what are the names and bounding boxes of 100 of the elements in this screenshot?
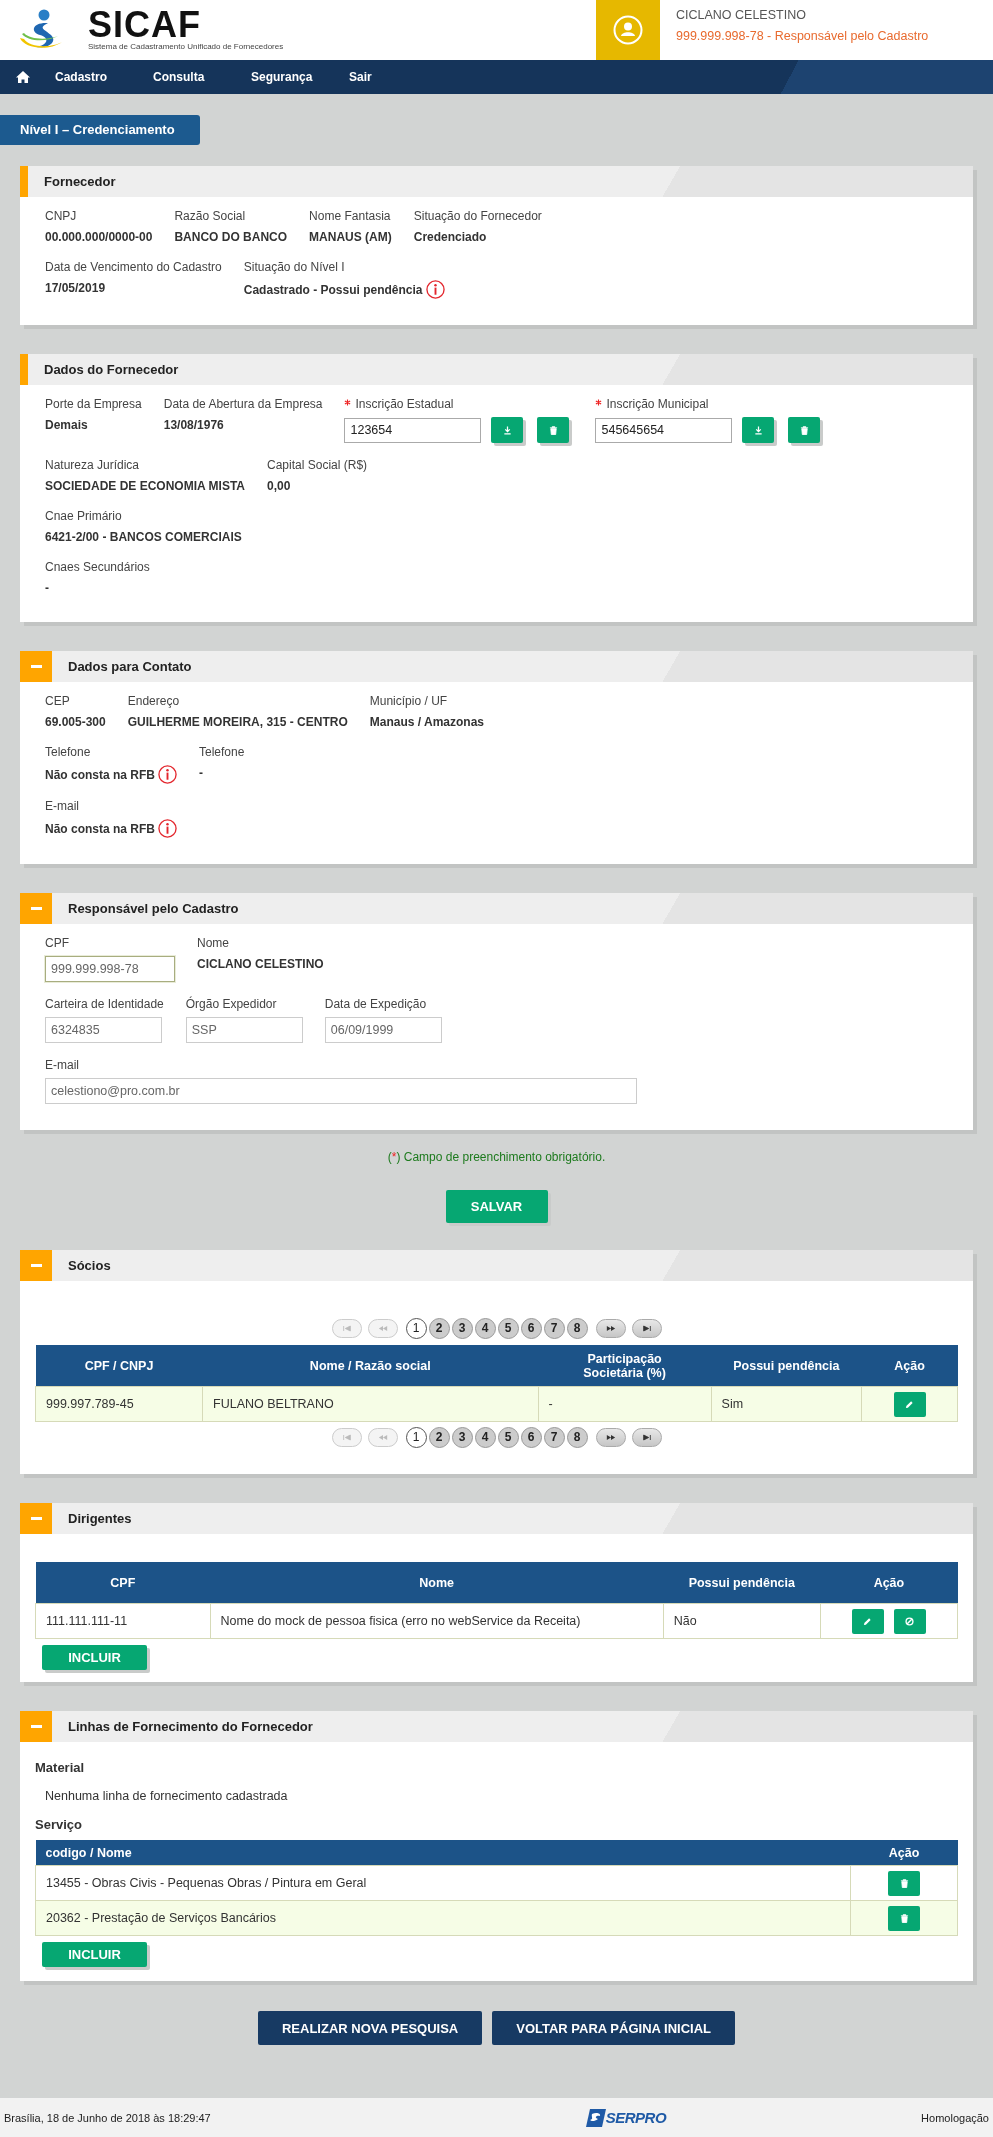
table-cell: Sim (711, 1386, 862, 1422)
page-number-button[interactable]: 1 (405, 1426, 427, 1448)
page-number-button[interactable]: 6 (520, 1426, 542, 1448)
section-title: Sócios (67, 1257, 111, 1275)
action-button[interactable]: VOLTAR PARA PÁGINA INICIAL (492, 2011, 735, 2045)
collapse-button[interactable] (20, 1503, 52, 1534)
page-number-button[interactable]: 6 (520, 1317, 542, 1339)
empty-message: Nenhuma linha de fornecimento cadastrada (45, 1789, 289, 1803)
minus-icon (30, 1725, 42, 1728)
pager-button[interactable] (631, 1427, 662, 1447)
page-title-badge: Nível I – Credenciamento (0, 115, 200, 145)
table-cell: - (538, 1386, 712, 1422)
text-input[interactable]: 545645654 (595, 417, 733, 443)
logo-mark-icon (585, 2108, 606, 2127)
column-header: Possui pendência (711, 1345, 862, 1387)
pager-button[interactable] (595, 1427, 626, 1447)
environment-label: Homologação (921, 2111, 989, 2124)
page-number-button[interactable]: 4 (474, 1426, 496, 1448)
field-value: Demais (45, 417, 88, 433)
nav-link[interactable]: Segurança (237, 70, 335, 84)
text-input[interactable]: celestiono@pro.com.br (45, 1078, 637, 1104)
user-name: CICLANO CELESTINO (676, 8, 807, 22)
minus-icon (30, 1264, 42, 1267)
page-number-button[interactable]: 8 (566, 1317, 588, 1339)
column-header: Participação Societária (%) (538, 1345, 712, 1387)
nav-link[interactable]: Consulta (139, 70, 237, 84)
field-value: - (199, 765, 203, 781)
page-number-button[interactable]: 5 (497, 1426, 519, 1448)
text-input[interactable]: SSP (185, 1017, 303, 1043)
field-value: Credenciado (413, 229, 487, 245)
column-header: Nome (210, 1562, 664, 1604)
page-number-button[interactable]: 1 (405, 1317, 427, 1339)
user-details: 999.999.998-78 - Responsável pelo Cadastro (676, 29, 929, 43)
nav-link[interactable]: Cadastro (41, 70, 139, 84)
field-value: 6421-2/00 - BANCOS COMERCIAIS (45, 529, 242, 545)
field-label: Nome Fantasia (309, 209, 391, 224)
page-number-button[interactable]: 3 (451, 1317, 473, 1339)
block-button[interactable] (893, 1608, 926, 1634)
delete-button[interactable] (788, 417, 821, 443)
page-number-button[interactable]: 7 (543, 1317, 565, 1339)
text-input[interactable]: 999.999.998-78 (45, 956, 175, 982)
trash-icon (899, 1878, 909, 1888)
collapse-button[interactable] (20, 1711, 52, 1742)
page-number-button[interactable]: 2 (428, 1317, 450, 1339)
column-header: CPF / CNPJ (35, 1345, 203, 1387)
field-label: Situação do Nível I (243, 260, 345, 275)
pager-button[interactable] (631, 1318, 662, 1338)
field-label: Telefone (199, 745, 245, 760)
table-cell: 20362 - Prestação de Serviços Bancários (35, 1900, 851, 1936)
download-button[interactable] (742, 417, 775, 443)
nav-link[interactable]: Sair (335, 70, 433, 84)
field-value: SOCIEDADE DE ECONOMIA MISTA (45, 478, 245, 494)
group-heading: Material (35, 1760, 86, 1775)
previous-page-icon (377, 1324, 388, 1332)
download-icon (754, 425, 763, 435)
previous-page-icon (377, 1433, 388, 1441)
collapse-button[interactable] (20, 893, 52, 924)
field-label: Órgão Expedidor (185, 997, 277, 1012)
text-input[interactable]: 06/09/1999 (324, 1017, 442, 1043)
field-value: Não consta na RFB (45, 820, 155, 837)
field-label: Data de Abertura da Empresa (163, 397, 323, 412)
footer-timestamp: Brasília, 18 de Junho de 2018 às 18:29:47 (4, 2111, 211, 2124)
first-page-icon (341, 1433, 352, 1441)
page-number-button[interactable]: 7 (543, 1426, 565, 1448)
download-button[interactable] (491, 417, 524, 443)
page-number-button[interactable]: 5 (497, 1317, 519, 1339)
section-title: Dirigentes (67, 1510, 132, 1528)
column-header: Ação (850, 1840, 958, 1866)
field-label: Situação do Fornecedor (413, 209, 542, 224)
minus-icon (30, 1517, 42, 1520)
page-number-button[interactable]: 3 (451, 1426, 473, 1448)
text-input[interactable]: 123654 (344, 417, 482, 443)
column-header: Ação (820, 1562, 958, 1604)
field-label: Nome (197, 936, 229, 951)
page-number-button[interactable]: 4 (474, 1317, 496, 1339)
delete-button[interactable] (537, 417, 570, 443)
table-cell: 999.997.789-45 (35, 1386, 203, 1422)
page-number-button[interactable]: 8 (566, 1426, 588, 1448)
field-value: Cadastrado - Possui pendência (243, 281, 423, 298)
delete-button[interactable] (888, 1905, 920, 1931)
column-header: Ação (861, 1345, 958, 1387)
text-input[interactable]: 6324835 (45, 1017, 162, 1043)
field-value: 13/08/1976 (163, 417, 224, 433)
minus-icon (30, 665, 42, 668)
section-title: Linhas de Fornecimento do Fornecedor (67, 1718, 313, 1736)
column-header: CPF (35, 1562, 211, 1604)
table-cell: 111.111.111-11 (35, 1603, 211, 1639)
field-value: Manaus / Amazonas (369, 714, 485, 730)
action-button[interactable]: REALIZAR NOVA PESQUISA (258, 2011, 483, 2045)
delete-button[interactable] (888, 1870, 920, 1896)
footer-logo: SERPRO (605, 2109, 667, 2126)
pager-button[interactable] (595, 1318, 626, 1338)
edit-button[interactable] (893, 1391, 926, 1417)
home-icon[interactable] (16, 71, 30, 83)
last-page-icon (641, 1433, 652, 1441)
collapse-button[interactable] (20, 651, 52, 682)
section-title: Fornecedor (43, 173, 116, 191)
edit-button[interactable] (851, 1608, 884, 1634)
collapse-button[interactable] (20, 1250, 52, 1281)
page-number-button[interactable]: 2 (428, 1426, 450, 1448)
